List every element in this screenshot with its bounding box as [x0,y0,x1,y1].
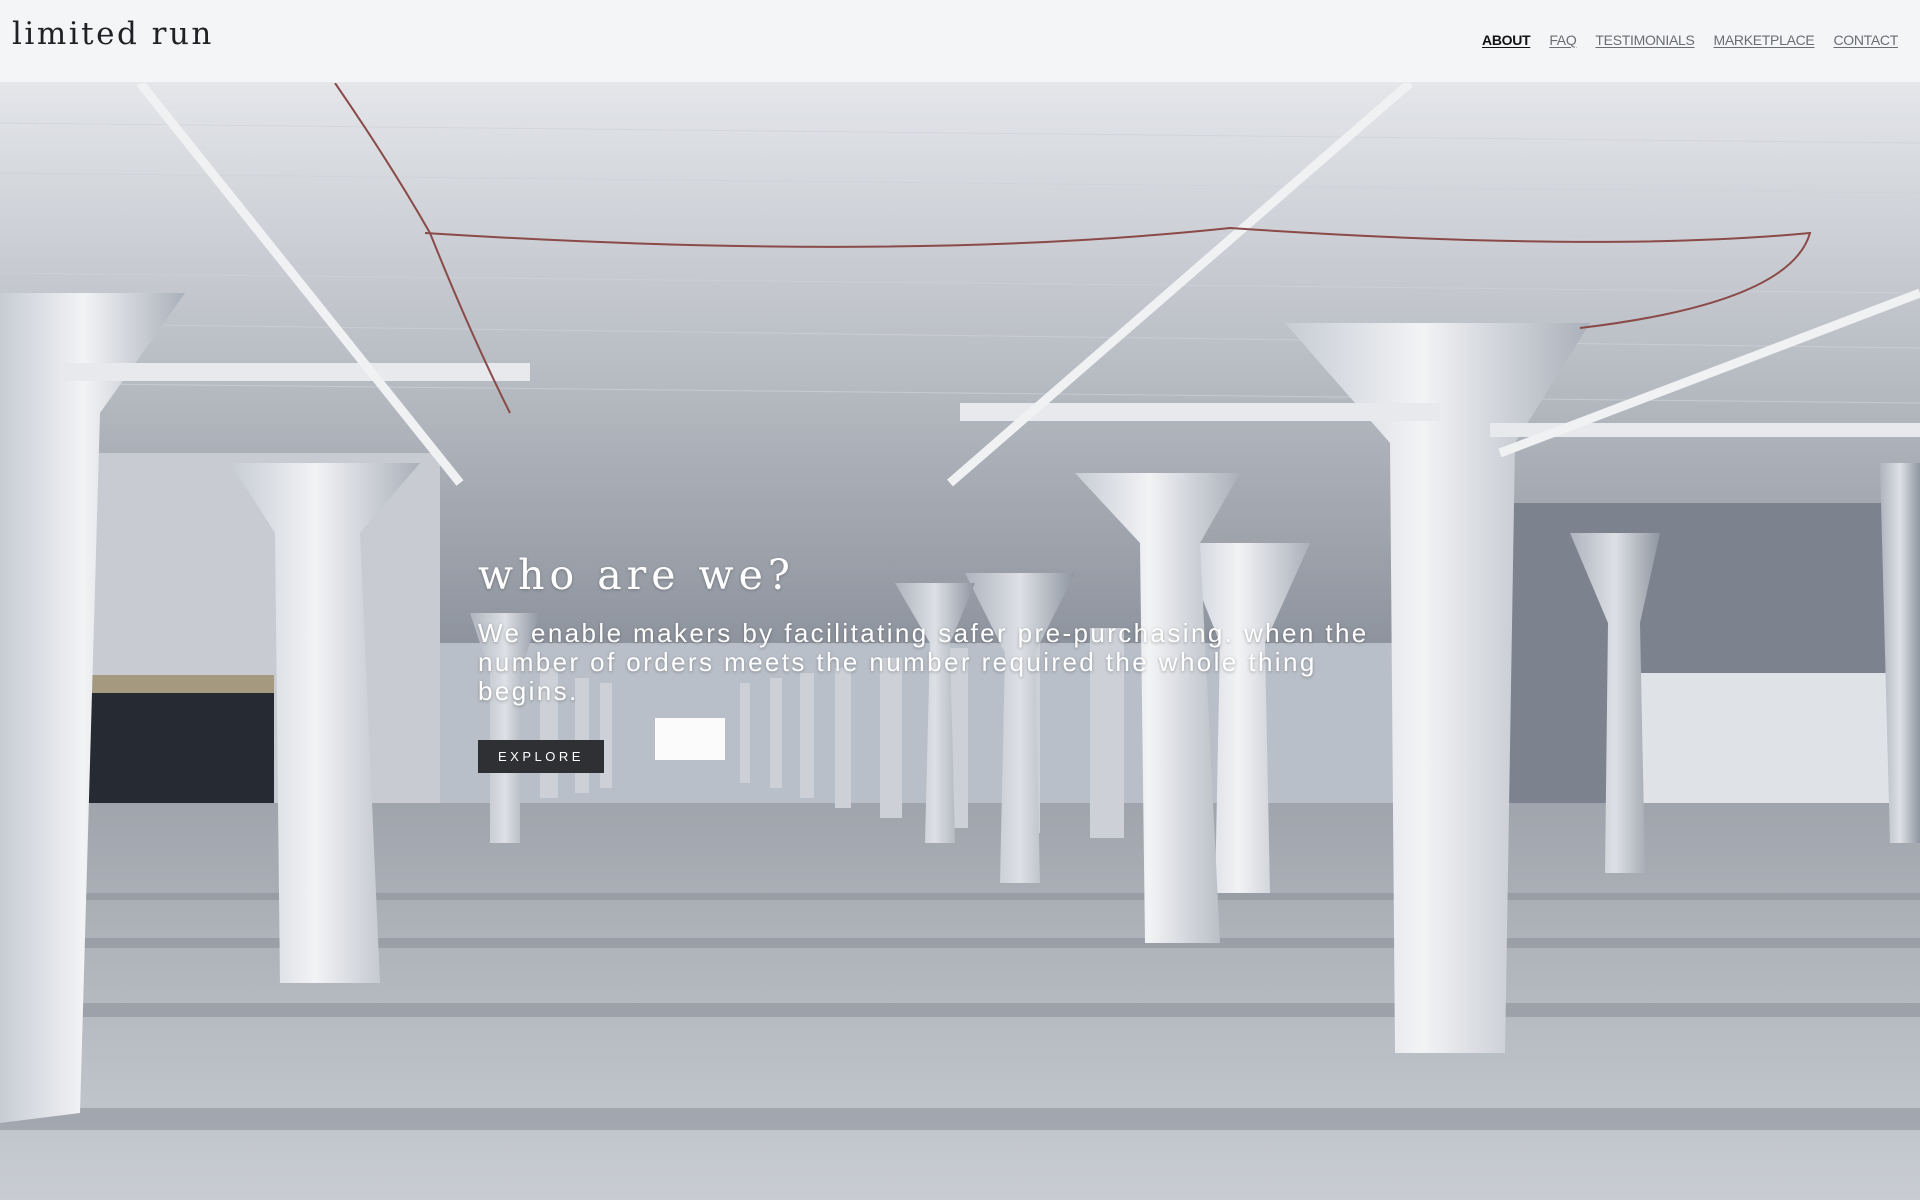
site-header: limited run ABOUT FAQ TESTIMONIALS MARKE… [0,0,1920,83]
nav-link-marketplace[interactable]: MARKETPLACE [1714,32,1815,48]
site-logo[interactable]: limited run [12,16,214,52]
main-nav: ABOUT FAQ TESTIMONIALS MARKETPLACE CONTA… [1482,32,1898,50]
nav-link-about[interactable]: ABOUT [1482,32,1531,48]
hero-description: We enable makers by facilitating safer p… [478,618,1369,706]
nav-link-faq[interactable]: FAQ [1549,32,1576,48]
hero-content: who are we? We enable makers by facilita… [478,551,1398,773]
nav-link-testimonials[interactable]: TESTIMONIALS [1595,32,1694,48]
nav-link-contact[interactable]: CONTACT [1833,32,1898,48]
hero-section: who are we? We enable makers by facilita… [0,83,1920,1200]
hero-title: who are we? [478,551,795,599]
explore-button[interactable]: EXPLORE [478,740,604,773]
